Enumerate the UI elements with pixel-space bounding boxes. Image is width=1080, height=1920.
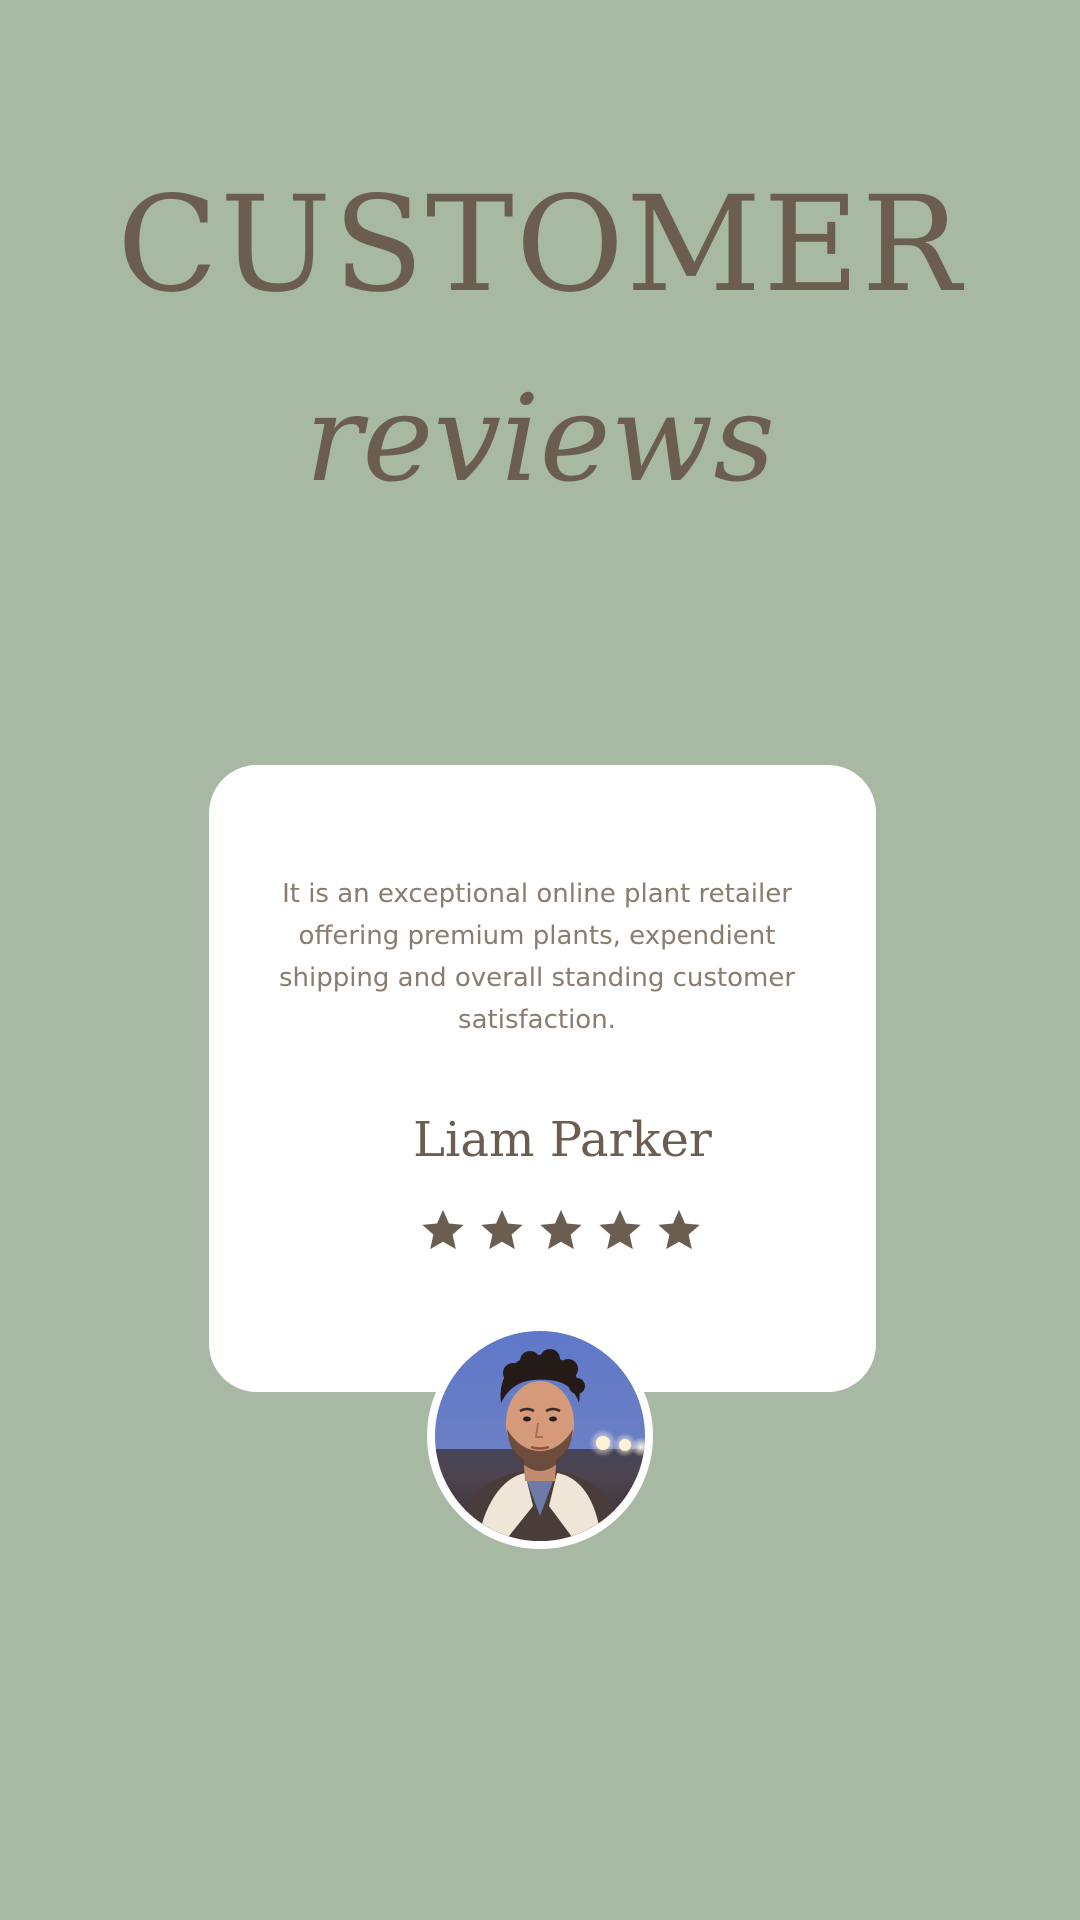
star-icon xyxy=(480,1209,523,1250)
star-icon xyxy=(539,1209,582,1250)
review-text: It is an exceptional online plant retail… xyxy=(278,879,796,1035)
page-title: CUSTOMER xyxy=(117,168,963,322)
page-subtitle: reviews xyxy=(305,370,775,509)
star-icon xyxy=(598,1209,641,1250)
reviewer-photo xyxy=(435,1331,645,1541)
reviewer-name: Liam Parker xyxy=(413,1112,712,1168)
avatar xyxy=(427,1323,653,1549)
star-icon xyxy=(421,1209,464,1250)
star-rating xyxy=(209,1207,876,1267)
star-icon xyxy=(657,1209,700,1250)
review-card: It is an exceptional online plant retail… xyxy=(209,765,876,1392)
